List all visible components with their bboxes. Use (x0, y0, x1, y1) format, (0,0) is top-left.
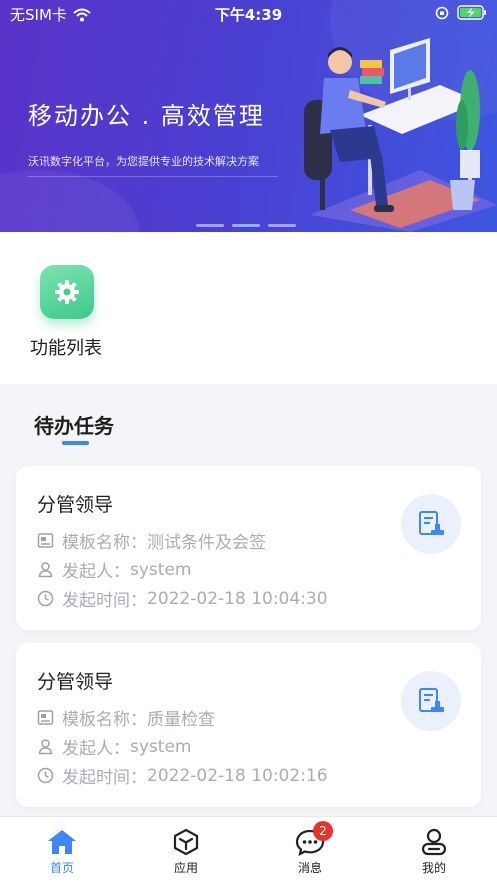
tab-home-label: 首页 (49, 861, 74, 875)
person-icon (38, 739, 53, 755)
battery-charging-icon (457, 5, 486, 20)
bottom-tab-bar: 首页 应用 2 消息 我的 (0, 816, 497, 883)
task-time-row: 发起时间： 2022-02-18 10:02:16 (37, 763, 328, 788)
approval-document-icon (401, 671, 461, 731)
tab-profile-label: 我的 (421, 861, 446, 875)
task-initiator-row: 发起人： system (37, 734, 191, 759)
clock: 下午4:39 (214, 6, 283, 24)
user-icon (421, 828, 447, 856)
function-section: 功能列表 (0, 232, 497, 384)
clock-icon (37, 590, 54, 607)
todo-section-title: 待办任务 (34, 414, 114, 438)
tab-messages-label: 消息 (297, 861, 322, 875)
document-stamp-icon (419, 688, 444, 712)
carousel-indicator[interactable] (196, 224, 296, 227)
unread-badge: 2 (313, 821, 333, 841)
task-card[interactable]: 分管领导 模板名称： 测试条件及会签 发起人： system 发起时间： 202… (16, 466, 481, 630)
banner-divider (28, 176, 278, 177)
initiator-label: 发起人： (62, 562, 130, 582)
home-icon (48, 830, 76, 854)
initiator-label: 发起人： (62, 739, 130, 759)
cube-icon (173, 828, 199, 856)
banner-decoration (0, 170, 140, 232)
tab-apps-label: 应用 (173, 861, 198, 875)
tab-messages[interactable]: 2 消息 (260, 817, 360, 883)
task-title: 分管领导 (37, 671, 114, 693)
banner-title: 移动办公 . 高效管理 (28, 102, 265, 130)
office-worker-illustration (304, 38, 497, 232)
template-value: 测试条件及会签 (147, 533, 266, 553)
time-value: 2022-02-18 10:04:30 (147, 588, 328, 609)
template-icon (37, 533, 54, 548)
approval-document-icon (401, 494, 461, 554)
tab-profile[interactable]: 我的 (384, 817, 484, 883)
task-template-row: 模板名称： 质量检查 (37, 705, 215, 730)
carousel-dot[interactable] (196, 224, 224, 227)
function-list-button[interactable] (40, 265, 94, 319)
task-template-row: 模板名称： 测试条件及会签 (37, 528, 266, 553)
time-label: 发起时间： (62, 768, 147, 788)
tab-apps[interactable]: 应用 (136, 817, 236, 883)
template-label: 模板名称： (62, 533, 147, 553)
initiator-value: system (130, 559, 192, 580)
document-stamp-icon (419, 511, 444, 535)
task-time-row: 发起时间： 2022-02-18 10:04:30 (37, 586, 328, 611)
initiator-value: system (130, 736, 192, 757)
task-initiator-row: 发起人： system (37, 557, 191, 582)
template-value: 质量检查 (147, 710, 215, 730)
carousel-dot[interactable] (268, 224, 296, 227)
task-title: 分管领导 (37, 494, 114, 516)
todo-title-underline (62, 441, 89, 445)
time-value: 2022-02-18 10:02:16 (147, 765, 328, 786)
time-label: 发起时间： (62, 591, 147, 611)
template-icon (37, 710, 54, 725)
task-card[interactable]: 分管领导 模板名称： 质量检查 发起人： system 发起时间： 2022-0… (16, 643, 481, 807)
banner-subtitle: 沃讯数字化平台，为您提供专业的技术解决方案 (28, 155, 259, 168)
carousel-dot-active[interactable] (232, 224, 260, 227)
gear-icon (55, 280, 79, 304)
function-list-label[interactable]: 功能列表 (30, 334, 102, 360)
template-label: 模板名称： (62, 710, 147, 730)
clock-icon (37, 767, 54, 784)
orientation-lock-icon (435, 6, 449, 19)
person-icon (38, 562, 53, 578)
banner-carousel[interactable]: 无SIM卡 下午4:39 移动办公 . 高效管理 沃讯数字化平台，为您提供专业的… (0, 0, 497, 232)
status-bar: 无SIM卡 下午4:39 (0, 0, 497, 28)
tab-home[interactable]: 首页 (12, 817, 112, 883)
